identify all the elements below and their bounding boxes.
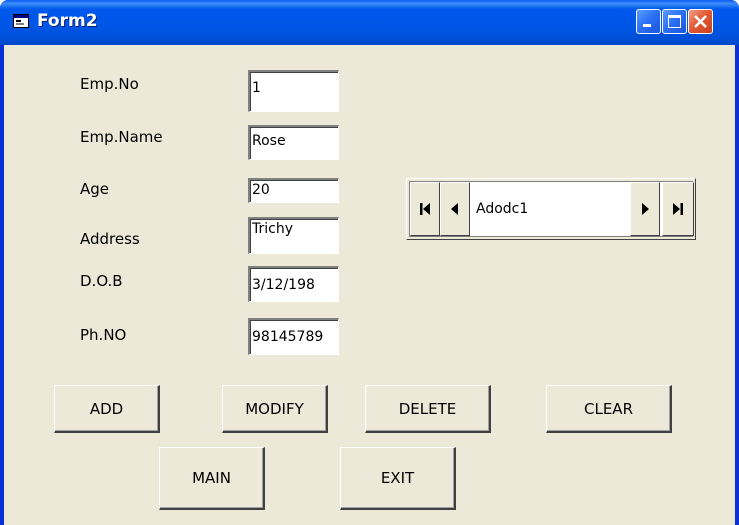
window-title: Form2 — [37, 11, 98, 31]
move-next-button[interactable] — [630, 182, 660, 236]
phone-label: Ph.NO — [80, 326, 127, 344]
emp-no-field[interactable]: 1 — [248, 70, 339, 112]
move-first-button[interactable] — [410, 182, 440, 236]
main-button[interactable]: MAIN — [159, 447, 265, 510]
clear-button[interactable]: CLEAR — [546, 385, 672, 433]
close-icon — [694, 15, 707, 28]
adodc-data-control: Adodc1 — [406, 178, 696, 240]
age-label: Age — [80, 180, 110, 198]
close-button[interactable] — [688, 9, 713, 34]
delete-button[interactable]: DELETE — [365, 385, 491, 433]
dob-label: D.O.B — [80, 272, 123, 290]
emp-name-field[interactable]: Rose — [248, 125, 339, 160]
add-button[interactable]: ADD — [54, 385, 160, 433]
address-field[interactable]: Trichy — [248, 217, 339, 254]
age-field[interactable]: 20 — [248, 178, 339, 203]
exit-button[interactable]: EXIT — [340, 447, 456, 510]
form-icon — [13, 14, 29, 28]
adodc-body: Adodc1 — [409, 181, 694, 237]
minimize-icon — [643, 24, 651, 27]
dob-field[interactable]: 3/12/198 — [248, 266, 339, 302]
move-last-button[interactable] — [662, 182, 694, 236]
modify-button[interactable]: MODIFY — [222, 385, 328, 433]
move-previous-button[interactable] — [440, 182, 470, 236]
move-previous-icon — [451, 203, 458, 215]
maximize-icon — [668, 15, 681, 28]
maximize-button[interactable] — [662, 9, 687, 34]
phone-field[interactable]: 98145789 — [248, 318, 339, 355]
address-label: Address — [80, 230, 140, 248]
title-bar[interactable]: Form2 — [0, 0, 739, 45]
move-next-icon — [642, 203, 649, 215]
minimize-button[interactable] — [636, 9, 661, 34]
move-first-icon — [420, 203, 430, 215]
emp-no-label: Emp.No — [80, 75, 139, 93]
emp-name-label: Emp.Name — [80, 128, 163, 146]
move-last-icon — [673, 203, 683, 215]
form2-window: Form2 Emp.No Emp.Name Age Address D.O.B … — [0, 0, 739, 525]
adodc-caption: Adodc1 — [476, 201, 529, 217]
